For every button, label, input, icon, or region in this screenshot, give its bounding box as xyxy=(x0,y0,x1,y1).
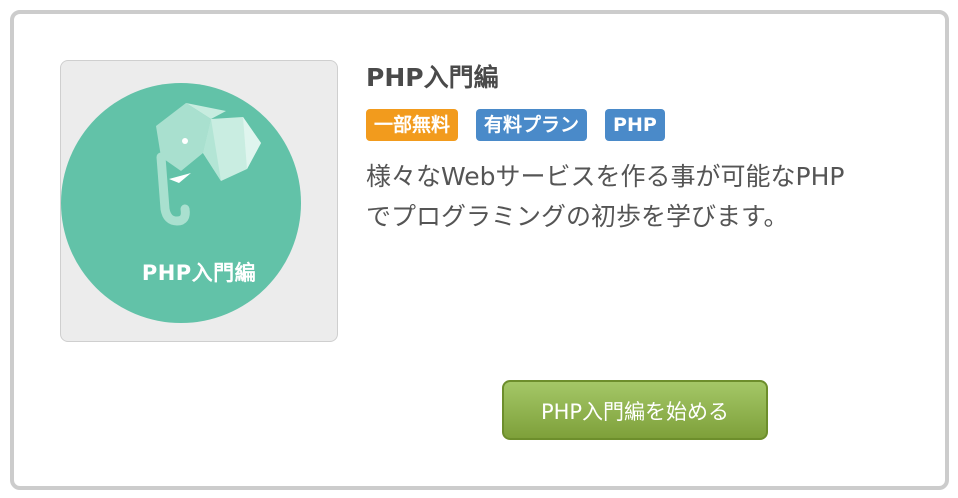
paid-plan-badge: 有料プラン xyxy=(476,109,588,141)
description-line: 様々なWebサービスを作る事が可能なPHP xyxy=(366,162,845,191)
description-line: でプログラミングの初歩を学びます。 xyxy=(366,202,789,231)
course-description: 様々なWebサービスを作る事が可能なPHP でプログラミングの初歩を学びます。 xyxy=(366,157,926,237)
language-badge: PHP xyxy=(605,109,665,141)
course-title[interactable]: PHP入門編 xyxy=(366,58,499,94)
course-thumbnail[interactable]: PHP入門編 xyxy=(60,60,338,342)
elephant-icon xyxy=(61,83,301,323)
badge-list: 一部無料 有料プラン PHP xyxy=(366,109,665,141)
thumbnail-caption: PHP入門編 xyxy=(141,261,257,285)
course-card: PHP入門編 PHP入門編 一部無料 有料プラン PHP 様々なWebサービスを… xyxy=(10,10,949,490)
free-partial-badge: 一部無料 xyxy=(366,109,459,141)
start-course-button[interactable]: PHP入門編を始める xyxy=(502,380,768,440)
